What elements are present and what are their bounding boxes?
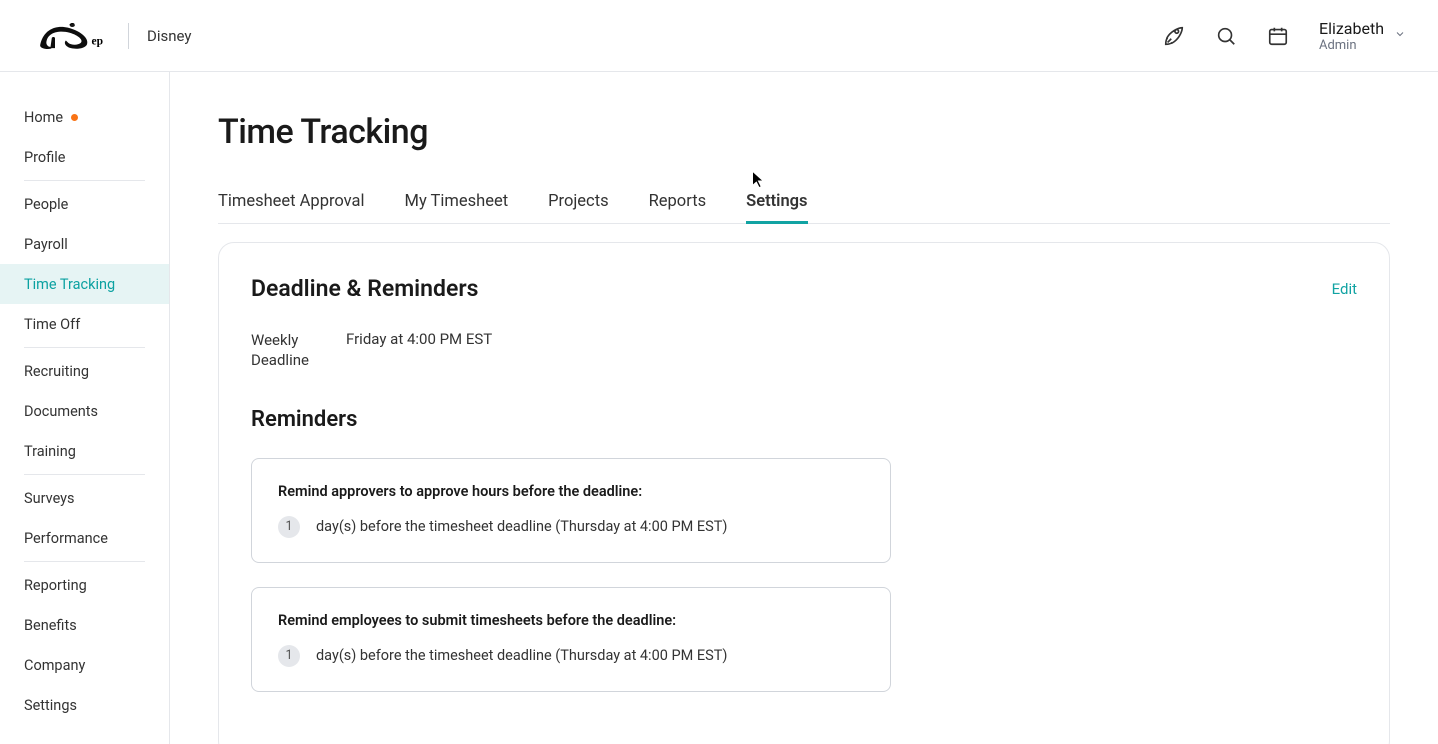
- sidebar-divider: [24, 474, 145, 475]
- reminder-box: Remind approvers to approve hours before…: [251, 458, 891, 563]
- sidebar-item-time-tracking[interactable]: Time Tracking: [0, 264, 169, 304]
- tab-my-timesheet[interactable]: My Timesheet: [405, 182, 509, 224]
- sidebar: Home Profile People Payroll Time Tracking Tim…: [0, 72, 170, 744]
- sidebar-item-label: Payroll: [24, 236, 68, 253]
- user-menu[interactable]: Elizabeth Admin: [1319, 19, 1406, 53]
- company-name: Disney: [147, 27, 191, 45]
- sidebar-item-label: Settings: [24, 697, 77, 714]
- sidebar-item-label: Reporting: [24, 577, 87, 594]
- sidebar-divider: [24, 180, 145, 181]
- reminder-heading: Remind employees to submit timesheets be…: [278, 612, 864, 629]
- tab-settings[interactable]: Settings: [746, 182, 807, 224]
- card-header: Deadline & Reminders Edit: [251, 275, 1357, 302]
- reminder-text: day(s) before the timesheet deadline (Th…: [316, 518, 727, 535]
- tab-reports[interactable]: Reports: [649, 182, 707, 224]
- app-header: ep Disney Elizabeth Admin: [0, 0, 1438, 72]
- sidebar-item-label: Home: [24, 109, 63, 126]
- sidebar-divider: [24, 561, 145, 562]
- sidebar-item-payroll[interactable]: Payroll: [0, 224, 169, 264]
- sidebar-item-training[interactable]: Training: [0, 431, 169, 471]
- main-content: Time Tracking Timesheet Approval My Times…: [170, 72, 1438, 744]
- sidebar-item-label: Performance: [24, 530, 108, 547]
- header-divider: [128, 23, 129, 49]
- settings-card: Deadline & Reminders Edit Weekly Deadlin…: [218, 242, 1390, 744]
- sidebar-item-time-off[interactable]: Time Off: [0, 304, 169, 344]
- sidebar-item-label: Benefits: [24, 617, 77, 634]
- header-left: ep Disney: [32, 20, 191, 52]
- sidebar-item-home[interactable]: Home: [0, 97, 169, 137]
- tab-projects[interactable]: Projects: [548, 182, 609, 224]
- tab-timesheet-approval[interactable]: Timesheet Approval: [218, 182, 365, 224]
- sidebar-item-label: Time Tracking: [24, 276, 115, 293]
- chevron-down-icon: [1394, 28, 1406, 44]
- rocket-icon[interactable]: [1163, 25, 1185, 47]
- sidebar-item-surveys[interactable]: Surveys: [0, 478, 169, 518]
- sidebar-item-reporting[interactable]: Reporting: [0, 565, 169, 605]
- page-title: Time Tracking: [218, 112, 1390, 152]
- sidebar-item-benefits[interactable]: Benefits: [0, 605, 169, 645]
- tabs: Timesheet Approval My Timesheet Projects Re…: [218, 182, 1390, 224]
- sidebar-item-profile[interactable]: Profile: [0, 137, 169, 177]
- sidebar-item-label: Company: [24, 657, 85, 674]
- edit-button[interactable]: Edit: [1332, 280, 1357, 298]
- sidebar-item-label: Documents: [24, 403, 98, 420]
- sidebar-item-recruiting[interactable]: Recruiting: [0, 351, 169, 391]
- reminder-text: day(s) before the timesheet deadline (Th…: [316, 647, 727, 664]
- sidebar-item-documents[interactable]: Documents: [0, 391, 169, 431]
- sidebar-item-label: People: [24, 196, 68, 213]
- sidebar-item-people[interactable]: People: [0, 184, 169, 224]
- sidebar-item-company[interactable]: Company: [0, 645, 169, 685]
- reminder-count-badge: 1: [278, 516, 300, 538]
- deadline-label: Weekly Deadline: [251, 330, 346, 371]
- reminder-line: 1 day(s) before the timesheet deadline (T…: [278, 516, 864, 538]
- disney-logo-icon: ep: [32, 20, 110, 52]
- reminder-count-badge: 1: [278, 645, 300, 667]
- sidebar-item-label: Training: [24, 443, 76, 460]
- disney-logo[interactable]: ep: [32, 20, 110, 52]
- calendar-icon[interactable]: [1267, 25, 1289, 47]
- sidebar-item-settings[interactable]: Settings: [0, 685, 169, 725]
- deadline-value: Friday at 4:00 PM EST: [346, 330, 492, 371]
- header-right: Elizabeth Admin: [1163, 19, 1406, 53]
- sidebar-divider: [24, 347, 145, 348]
- user-role: Admin: [1319, 38, 1384, 53]
- sidebar-item-label: Profile: [24, 149, 65, 166]
- svg-text:ep: ep: [91, 35, 103, 47]
- reminder-box: Remind employees to submit timesheets be…: [251, 587, 891, 692]
- sidebar-item-label: Recruiting: [24, 363, 89, 380]
- reminder-line: 1 day(s) before the timesheet deadline (T…: [278, 645, 864, 667]
- sidebar-item-label: Surveys: [24, 490, 75, 507]
- search-icon[interactable]: [1215, 25, 1237, 47]
- notification-dot-icon: [71, 114, 78, 121]
- reminders-title: Reminders: [251, 407, 1357, 432]
- sidebar-item-performance[interactable]: Performance: [0, 518, 169, 558]
- sidebar-item-label: Time Off: [24, 316, 80, 333]
- deadline-row: Weekly Deadline Friday at 4:00 PM EST: [251, 330, 1357, 371]
- reminder-heading: Remind approvers to approve hours before…: [278, 483, 864, 500]
- user-name: Elizabeth: [1319, 19, 1384, 38]
- card-title: Deadline & Reminders: [251, 275, 478, 302]
